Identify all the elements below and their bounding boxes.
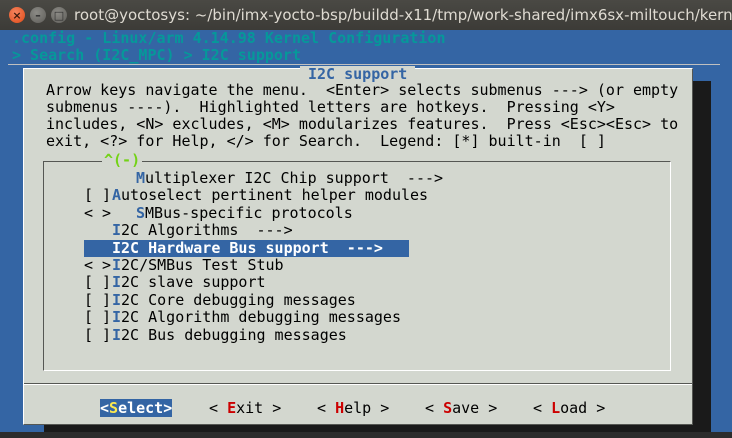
button-hotkey: L [551, 399, 561, 417]
maximize-icon: □ [53, 8, 65, 22]
menu-item[interactable]: [ ]I2C slave support [84, 274, 266, 291]
button-bracket: < [425, 399, 444, 417]
menu-item[interactable]: I2C Algorithms ---> [84, 222, 293, 239]
dialog-shadow-bottom [44, 425, 711, 432]
menu-item-hotkey: I [112, 256, 122, 274]
help-line: submenus ----). Highlighted letters are … [46, 98, 615, 116]
window-title: root@yoctosys: ~/bin/imx-yocto-bsp/build… [74, 6, 732, 24]
menu-item-hotkey: A [112, 186, 122, 205]
menu-item-label: 2C Core debugging messages [121, 290, 356, 309]
menu-item-checkbox[interactable]: [ ] [84, 309, 112, 326]
button-bracket: < [533, 399, 552, 417]
menu-item[interactable]: < > SMBus-specific protocols [84, 203, 353, 222]
terminal-area[interactable]: .config - Linux/arm 4.14.98 Kernel Confi… [0, 30, 732, 438]
close-icon: × [12, 8, 22, 22]
button-bracket: < [209, 399, 228, 417]
button-label: elect> [118, 399, 173, 417]
menu-item-hotkey: I [112, 238, 122, 257]
menu-item[interactable]: Multiplexer I2C Chip support ---> [84, 170, 443, 187]
menu-item-checkbox[interactable]: [ ] [84, 274, 112, 291]
menu-item-hotkey: I [112, 273, 122, 292]
menu-item-checkbox[interactable]: [ ] [84, 291, 112, 309]
menu-item-label: 2C Algorithms ---> [121, 221, 293, 240]
button-hotkey: S [443, 399, 453, 417]
maximize-window-button[interactable]: □ [51, 7, 67, 23]
menu-item-checkbox[interactable]: < > [84, 204, 112, 222]
window-titlebar: × – □ root@yoctosys: ~/bin/imx-yocto-bsp… [0, 0, 732, 30]
exit-button[interactable]: < Exit > [209, 399, 281, 417]
button-label: xit > [236, 399, 282, 417]
menu-item-hotkey: I [112, 221, 122, 240]
menu-item-hotkey: I [112, 325, 122, 344]
button-label: elp > [344, 399, 390, 417]
help-line: includes, <N> excludes, <M> modularizes … [46, 115, 679, 133]
select-button[interactable]: <Select> [100, 399, 173, 417]
help-line: Arrow keys navigate the menu. <Enter> se… [46, 81, 679, 99]
menu-item-hotkey: I [112, 290, 122, 309]
menu-list: ^(-) Multiplexer I2C Chip support --->[ … [43, 152, 671, 371]
menu-item[interactable]: [ ]I2C Core debugging messages [84, 290, 356, 309]
menu-item-hotkey: S [136, 203, 146, 222]
menu-item[interactable]: [ ]Autoselect pertinent helper modules [84, 187, 428, 204]
menu-item[interactable]: < >I2C/SMBus Test Stub [84, 257, 284, 274]
load-button[interactable]: < Load > [533, 399, 605, 417]
button-bracket: < [317, 399, 336, 417]
save-button[interactable]: < Save > [425, 399, 497, 417]
button-hotkey: H [335, 399, 345, 417]
menu-item-label: utoselect pertinent helper modules [121, 186, 429, 205]
config-dialog: I2C support Arrow keys navigate the menu… [23, 66, 693, 425]
menu-item-checkbox[interactable]: [ ] [84, 326, 112, 344]
menu-item-selected[interactable]: I2C Hardware Bus support ---> [84, 238, 409, 257]
button-hotkey: E [227, 399, 237, 417]
menu-item-hotkey: M [136, 169, 146, 187]
breadcrumb: > Search (I2C_MPC) > I2C support [12, 46, 301, 64]
menu-item-label: 2C Algorithm debugging messages [121, 308, 401, 327]
scroll-indicator: ^(-) [102, 151, 143, 169]
menu-item-label: ultiplexer I2C Chip support ---> [145, 169, 444, 187]
menu-item-hotkey: I [112, 308, 122, 327]
minimize-window-button[interactable]: – [30, 7, 46, 23]
menu-item-label: 2C slave support [121, 273, 266, 292]
menu-item[interactable]: [ ]I2C Bus debugging messages [84, 325, 347, 344]
button-hotkey: S [109, 399, 119, 417]
button-label: ave > [452, 399, 498, 417]
dialog-shadow-right [693, 81, 711, 431]
menu-item[interactable]: [ ]I2C Algorithm debugging messages [84, 309, 401, 326]
menu-item-label: 2C Hardware Bus support ---> [121, 238, 383, 257]
help-button[interactable]: < Help > [317, 399, 389, 417]
menu-item-label: MBus-specific protocols [145, 203, 353, 222]
button-label: oad > [560, 399, 606, 417]
minimize-icon: – [35, 8, 41, 22]
help-line: exit, <?> for Help, </> for Search. Lege… [46, 132, 606, 150]
terminal-bottom-edge [0, 432, 732, 438]
close-window-button[interactable]: × [9, 7, 25, 23]
menu-item-label: 2C/SMBus Test Stub [121, 256, 284, 274]
menu-item-checkbox[interactable]: < > [84, 257, 112, 274]
button-bracket: < [100, 399, 110, 417]
config-title: .config - Linux/arm 4.14.98 Kernel Confi… [12, 30, 446, 47]
menu-item-checkbox[interactable]: [ ] [84, 187, 112, 204]
button-separator-highlight [24, 384, 692, 385]
menu-item-label: 2C Bus debugging messages [121, 325, 347, 344]
